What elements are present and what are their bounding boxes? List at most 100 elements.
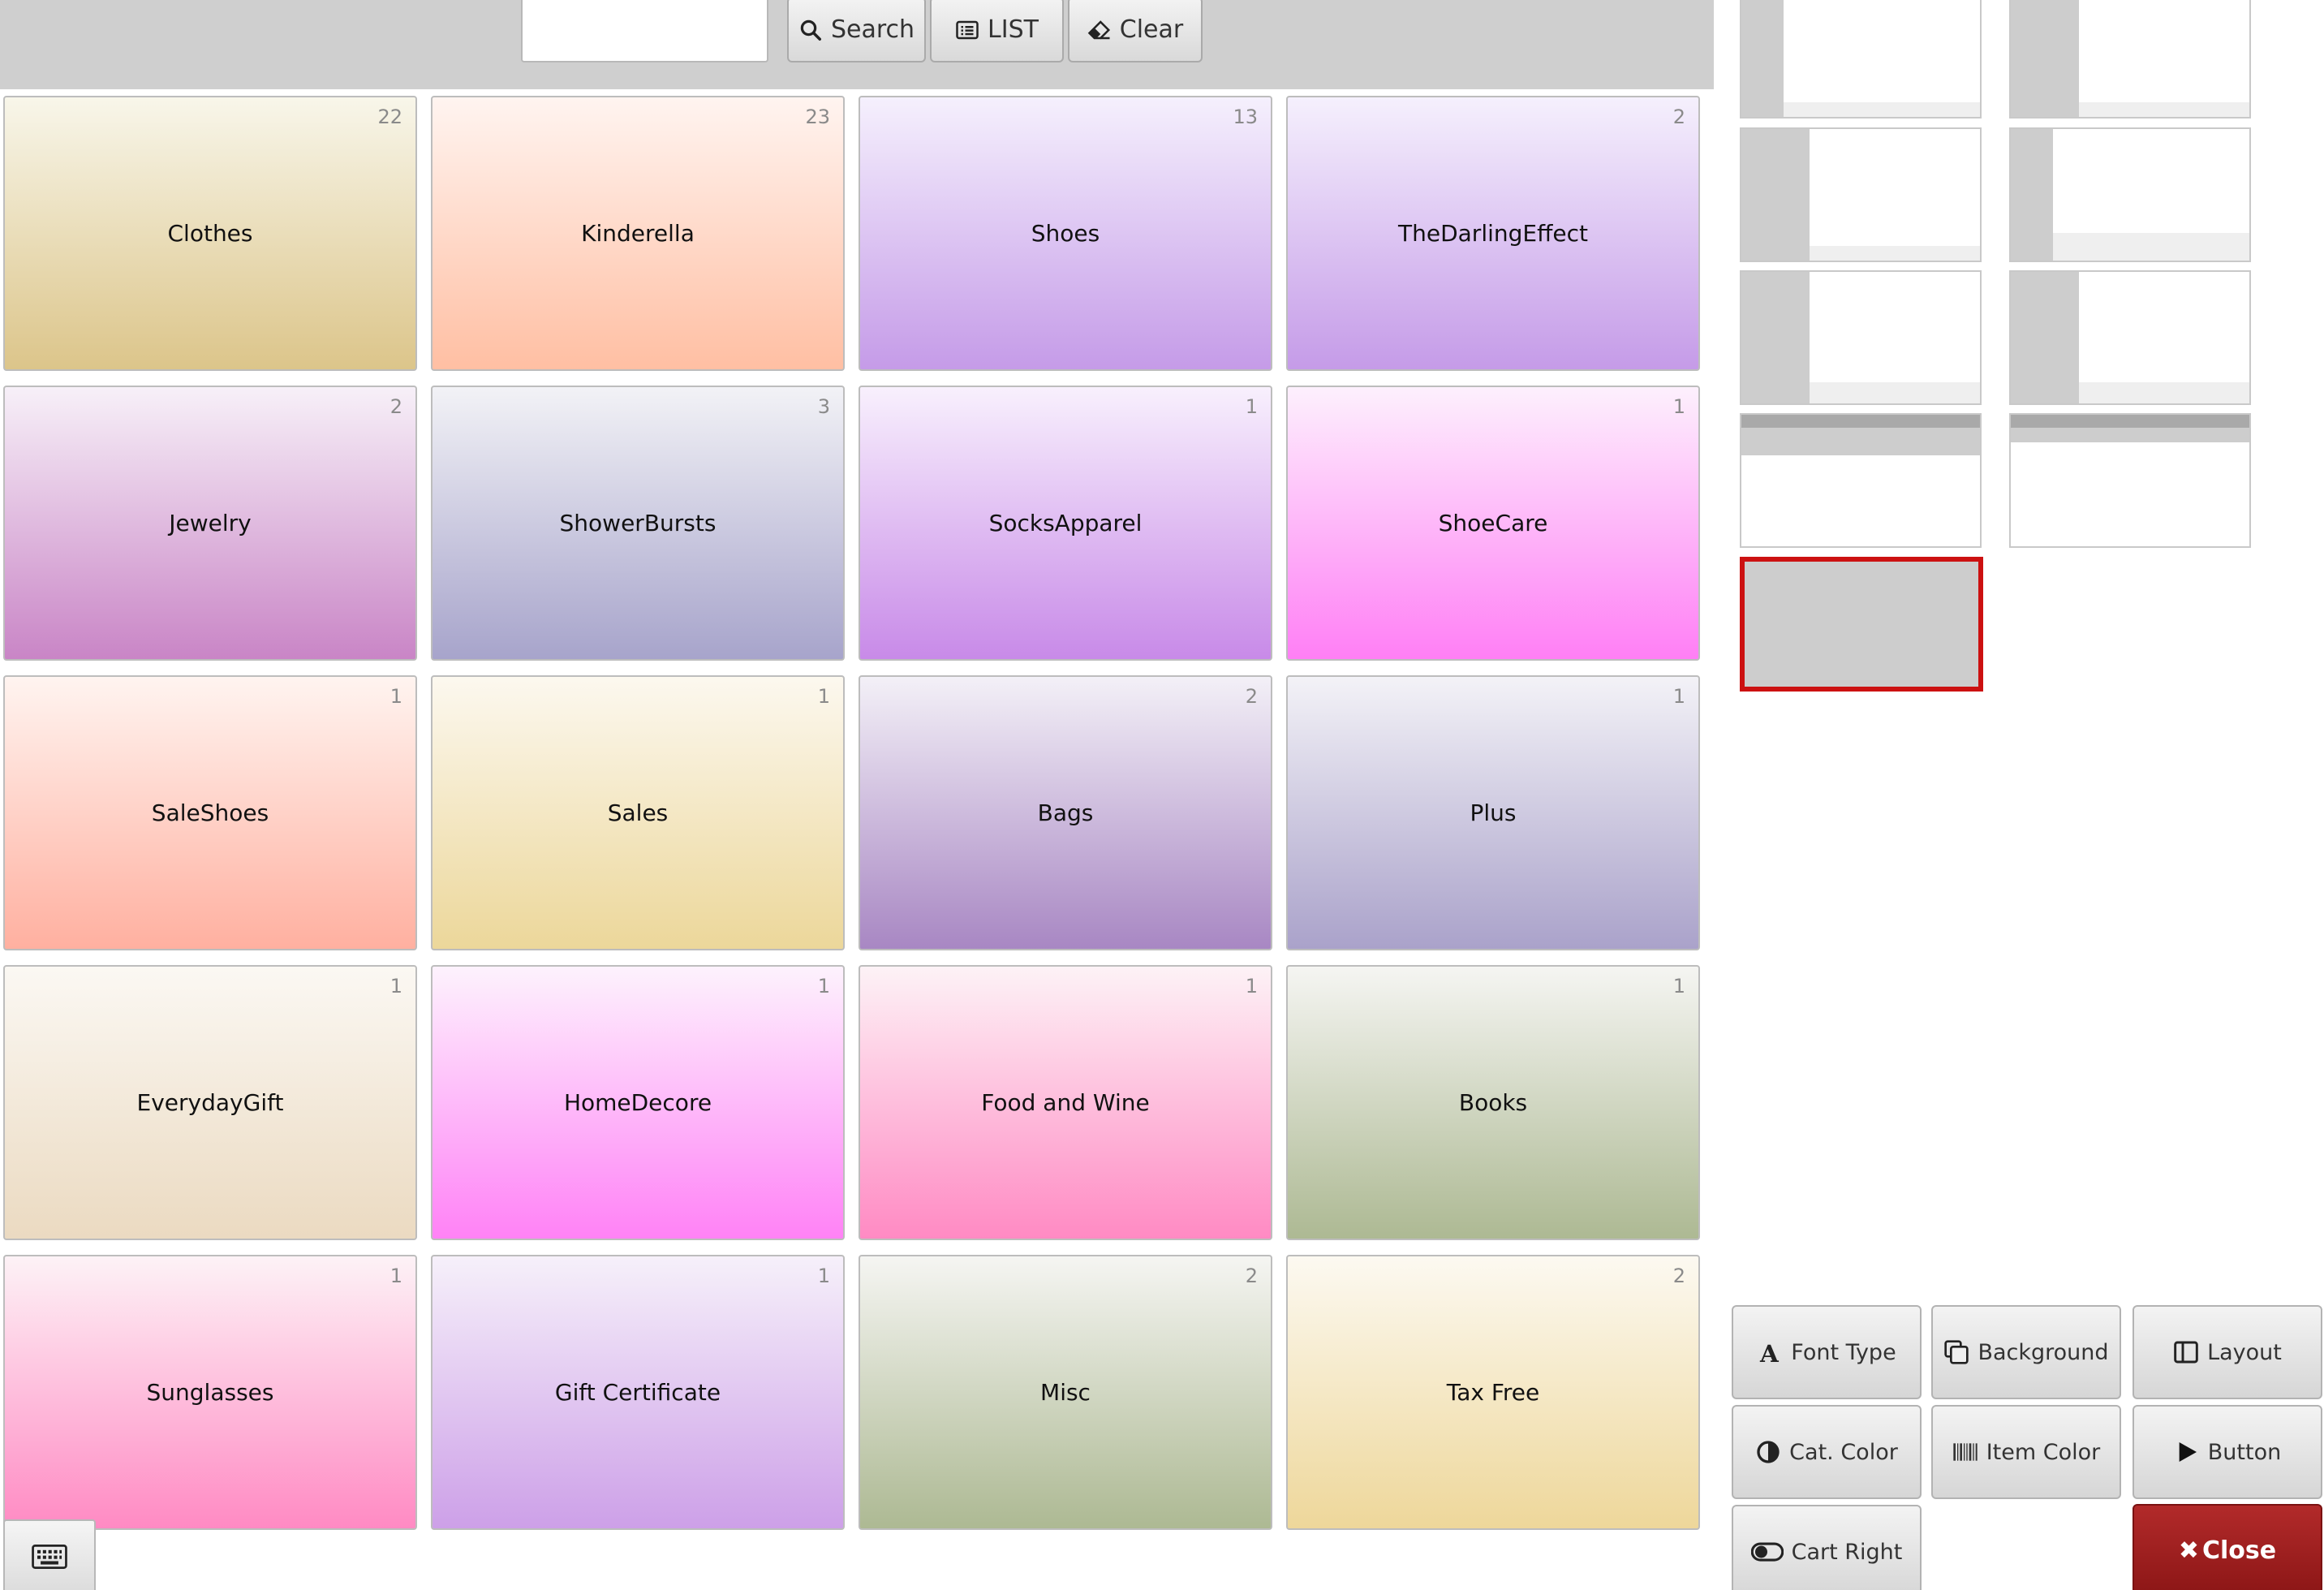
category-item-count: 1 bbox=[817, 1265, 830, 1287]
category-item-count: 3 bbox=[817, 395, 830, 418]
category-name: TheDarlingEffect bbox=[1398, 220, 1588, 247]
category-item-count: 2 bbox=[1245, 685, 1258, 708]
top-toolbar: Search LIST Clear bbox=[0, 0, 1714, 89]
layout-option-1[interactable] bbox=[1740, 0, 1982, 118]
columns-icon bbox=[2174, 1341, 2198, 1364]
search-icon bbox=[800, 19, 821, 41]
font-type-label: Font Type bbox=[1791, 1339, 1896, 1365]
category-tile[interactable]: 13 Shoes bbox=[859, 96, 1272, 371]
category-tile[interactable]: 2 Bags bbox=[859, 675, 1272, 950]
category-item-count: 23 bbox=[805, 106, 830, 128]
barcode-icon bbox=[1953, 1443, 1978, 1461]
layout-option-2[interactable] bbox=[2009, 0, 2251, 118]
category-item-count: 1 bbox=[817, 975, 830, 998]
category-name: Clothes bbox=[167, 220, 253, 247]
font-type-button[interactable]: A Font Type bbox=[1732, 1305, 1922, 1399]
category-item-count: 22 bbox=[377, 106, 402, 128]
category-tile[interactable]: 2 Misc bbox=[859, 1255, 1272, 1530]
category-tile[interactable]: 23 Kinderella bbox=[431, 96, 845, 371]
category-item-count: 1 bbox=[1672, 395, 1685, 418]
layout-option-7[interactable] bbox=[1740, 413, 1982, 548]
search-button[interactable]: Search bbox=[787, 0, 926, 62]
category-tile[interactable]: 1 ShoeCare bbox=[1286, 386, 1700, 661]
category-tile[interactable]: 1 Sales bbox=[431, 675, 845, 950]
category-name: Books bbox=[1458, 1089, 1528, 1116]
layout-option-3[interactable] bbox=[1740, 127, 1982, 262]
search-button-label: Search bbox=[830, 15, 915, 44]
category-item-count: 1 bbox=[389, 975, 402, 998]
list-icon bbox=[956, 20, 979, 39]
category-item-count: 1 bbox=[389, 685, 402, 708]
category-item-count: 2 bbox=[1245, 1265, 1258, 1287]
category-item-count: 2 bbox=[1672, 106, 1685, 128]
category-name: Shoes bbox=[1031, 220, 1100, 247]
category-item-count: 1 bbox=[1672, 975, 1685, 998]
layout-option-8[interactable] bbox=[2009, 413, 2251, 548]
category-item-count: 2 bbox=[389, 395, 402, 418]
category-name: Food and Wine bbox=[981, 1089, 1150, 1116]
keyboard-button[interactable] bbox=[3, 1519, 96, 1590]
button-style-button[interactable]: Button bbox=[2132, 1405, 2322, 1499]
close-button[interactable]: ✖ Close bbox=[2132, 1504, 2322, 1590]
cart-right-label: Cart Right bbox=[1791, 1539, 1903, 1565]
contrast-icon bbox=[1757, 1441, 1780, 1463]
category-tile[interactable]: 1 HomeDecore bbox=[431, 965, 845, 1240]
category-item-count: 13 bbox=[1233, 106, 1258, 128]
copy-icon bbox=[1944, 1340, 1969, 1364]
play-icon bbox=[2179, 1442, 2197, 1462]
layout-option-selected[interactable] bbox=[1740, 557, 1983, 692]
toggle-icon bbox=[1750, 1542, 1784, 1562]
category-name: Jewelry bbox=[169, 510, 252, 536]
category-tile[interactable]: 1 Books bbox=[1286, 965, 1700, 1240]
layout-option-5[interactable] bbox=[1740, 270, 1982, 405]
category-name: Gift Certificate bbox=[554, 1379, 721, 1406]
category-item-count: 1 bbox=[1245, 395, 1258, 418]
clear-button[interactable]: Clear bbox=[1068, 0, 1203, 62]
category-tile[interactable]: 1 SaleShoes bbox=[3, 675, 417, 950]
eraser-icon bbox=[1087, 19, 1110, 39]
category-name: Sunglasses bbox=[146, 1379, 274, 1406]
clear-button-label: Clear bbox=[1119, 15, 1184, 44]
font-icon: A bbox=[1759, 1339, 1780, 1365]
category-item-count: 1 bbox=[1245, 975, 1258, 998]
list-button-label: LIST bbox=[988, 15, 1039, 44]
category-tile[interactable]: 2 TheDarlingEffect bbox=[1286, 96, 1700, 371]
search-input[interactable] bbox=[521, 0, 768, 62]
layout-option-6[interactable] bbox=[2009, 270, 2251, 405]
category-tile[interactable]: 1 Plus bbox=[1286, 675, 1700, 950]
layout-option-4[interactable] bbox=[2009, 127, 2251, 262]
keyboard-icon bbox=[32, 1545, 67, 1569]
category-tile[interactable]: 1 Food and Wine bbox=[859, 965, 1272, 1240]
category-name: Plus bbox=[1470, 799, 1517, 826]
category-tile[interactable]: 1 Sunglasses bbox=[3, 1255, 417, 1530]
button-style-label: Button bbox=[2207, 1439, 2282, 1465]
background-button[interactable]: Background bbox=[1931, 1305, 2121, 1399]
layout-button[interactable]: Layout bbox=[2132, 1305, 2322, 1399]
category-name: ShowerBursts bbox=[559, 510, 717, 536]
category-tile[interactable]: 3 ShowerBursts bbox=[431, 386, 845, 661]
cart-right-toggle[interactable]: Cart Right bbox=[1732, 1505, 1922, 1590]
category-tile[interactable]: 1 SocksApparel bbox=[859, 386, 1272, 661]
item-color-label: Item Color bbox=[1986, 1439, 2101, 1465]
category-name: Sales bbox=[607, 799, 669, 826]
background-label: Background bbox=[1978, 1339, 2109, 1365]
pos-layout-editor: Search LIST Clear 22 Clothes 23 Kinderella 1… bbox=[0, 0, 2324, 1590]
item-color-button[interactable]: Item Color bbox=[1931, 1405, 2121, 1499]
category-name: Kinderella bbox=[581, 220, 695, 247]
category-name: HomeDecore bbox=[563, 1089, 712, 1116]
cat-color-label: Cat. Color bbox=[1789, 1439, 1898, 1465]
category-item-count: 1 bbox=[817, 685, 830, 708]
close-icon: ✖ bbox=[2178, 1536, 2199, 1565]
category-tile[interactable]: 2 Tax Free bbox=[1286, 1255, 1700, 1530]
category-item-count: 1 bbox=[389, 1265, 402, 1287]
cat-color-button[interactable]: Cat. Color bbox=[1732, 1405, 1922, 1499]
category-tile[interactable]: 2 Jewelry bbox=[3, 386, 417, 661]
category-name: ShoeCare bbox=[1438, 510, 1548, 536]
category-tile[interactable]: 1 Gift Certificate bbox=[431, 1255, 845, 1530]
list-button[interactable]: LIST bbox=[930, 0, 1064, 62]
category-item-count: 1 bbox=[1672, 685, 1685, 708]
category-tile[interactable]: 22 Clothes bbox=[3, 96, 417, 371]
category-tile[interactable]: 1 EverydayGift bbox=[3, 965, 417, 1240]
layout-label: Layout bbox=[2207, 1339, 2282, 1365]
category-name: SocksApparel bbox=[988, 510, 1143, 536]
